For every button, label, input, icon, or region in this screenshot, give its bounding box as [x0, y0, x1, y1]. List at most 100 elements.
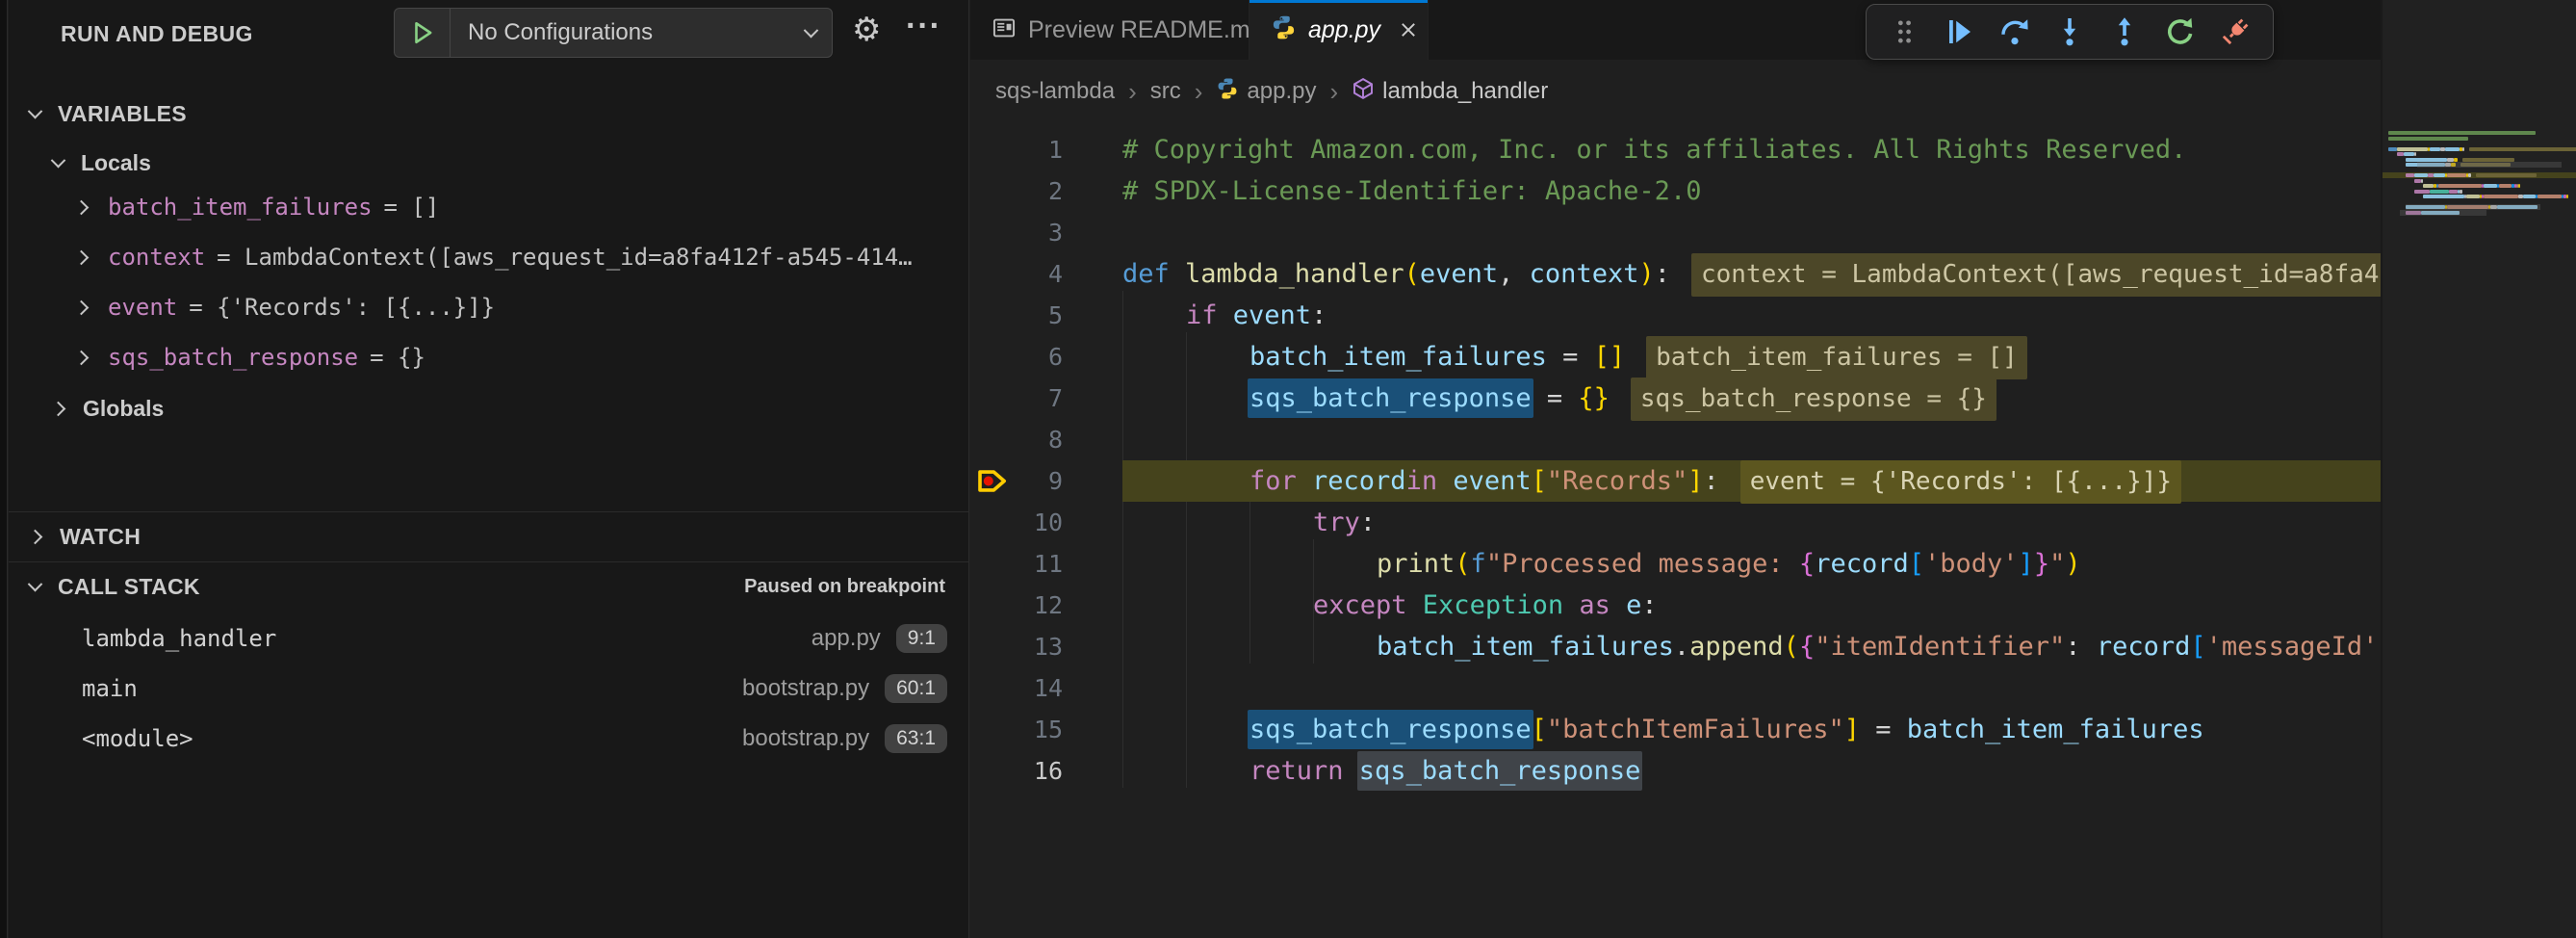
line-number[interactable]: 4: [970, 253, 1063, 295]
variable-row-context[interactable]: context= LambdaContext([aws_request_id=a…: [9, 233, 968, 281]
code-line-15[interactable]: 15 sqs_batch_response["batchItemFailures"…: [970, 709, 2381, 750]
watch-section-header[interactable]: WATCH: [9, 514, 968, 559]
minimap-token: [2518, 195, 2523, 198]
variable-row-batch_item_failures[interactable]: batch_item_failures= []: [9, 183, 968, 231]
breadcrumb-item[interactable]: src: [1150, 78, 1181, 105]
minimap-token: [2414, 152, 2416, 156]
line-number[interactable]: 8: [970, 419, 1063, 460]
token: [: [1532, 466, 1547, 496]
code-line-14[interactable]: 14: [970, 667, 2381, 709]
token: {: [1799, 632, 1815, 662]
debug-toolbar: [1866, 4, 2274, 60]
code-line-2[interactable]: 2 # SPDX-License-Identifier: Apache-2.0: [970, 170, 2381, 212]
minimap-token: [2430, 190, 2449, 194]
line-number[interactable]: 6: [970, 336, 1063, 378]
code-text: sqs_batch_response["batchItemFailures"] …: [1249, 709, 2204, 750]
code-text: # SPDX-License-Identifier: Apache-2.0: [1122, 170, 1701, 212]
globals-label: Globals: [83, 396, 164, 422]
variables-header-label: VARIABLES: [58, 101, 187, 127]
token: # Copyright Amazon.com, Inc. or its affi…: [1122, 135, 2186, 165]
minimap-token: [2460, 190, 2461, 194]
code-line-7[interactable]: 7 sqs_batch_response = {}sqs_batch_respon…: [970, 378, 2381, 419]
token: 'body': [1924, 549, 2019, 579]
line-number[interactable]: 15: [970, 709, 1063, 750]
tab-app-py[interactable]: app.py: [1249, 0, 1429, 60]
globals-scope-row[interactable]: Globals: [9, 385, 968, 431]
minimap-highlight-mark: [2400, 210, 2486, 216]
code-line-1[interactable]: 1 # Copyright Amazon.com, Inc. or its aff…: [970, 129, 2381, 170]
code-line-5[interactable]: 5if event:: [970, 295, 2381, 336]
start-debug-icon[interactable]: [395, 9, 451, 57]
frame-name: <module>: [82, 725, 742, 752]
breadcrumb-separator: ›: [1329, 77, 1338, 107]
line-number[interactable]: 1: [970, 129, 1063, 170]
token: (: [1455, 549, 1470, 579]
breadcrumb-item[interactable]: sqs-lambda: [995, 78, 1115, 105]
step-into-icon[interactable]: [2049, 12, 2090, 52]
token: (: [1784, 632, 1799, 662]
locals-scope-row[interactable]: Locals: [9, 141, 968, 185]
code-text: sqs_batch_response = {}sqs_batch_respons…: [1249, 378, 1996, 419]
minimap[interactable]: [2381, 0, 2576, 938]
code-line-6[interactable]: 6batch_item_failures = []batch_item_fail…: [970, 336, 2381, 378]
line-number[interactable]: 11: [970, 543, 1063, 585]
code-line-8[interactable]: 8: [970, 419, 2381, 460]
minimap-token: [2454, 158, 2459, 162]
code-editor[interactable]: 1 # Copyright Amazon.com, Inc. or its aff…: [970, 125, 2381, 938]
line-number[interactable]: 14: [970, 667, 1063, 709]
code-line-16[interactable]: 16return sqs_batch_response: [970, 750, 2381, 792]
restart-icon[interactable]: [2160, 12, 2201, 52]
line-number[interactable]: 9: [970, 460, 1063, 502]
token: e: [1626, 590, 1641, 620]
token: batch_item_failures: [1907, 715, 2204, 744]
token: Exception: [1423, 590, 1563, 620]
token: as: [1563, 590, 1626, 620]
token: ]: [1687, 466, 1703, 496]
minimap-token: [2397, 152, 2404, 156]
variable-name: batch_item_failures: [108, 194, 373, 221]
line-number[interactable]: 10: [970, 502, 1063, 543]
line-number[interactable]: 5: [970, 295, 1063, 336]
more-actions-icon[interactable]: ···: [906, 8, 941, 45]
line-number[interactable]: 12: [970, 585, 1063, 626]
editor-tab-strip: Preview README.md app.py: [970, 0, 2576, 60]
call-stack-frame[interactable]: <module>bootstrap.py63:1: [9, 715, 968, 763]
line-number[interactable]: 13: [970, 626, 1063, 667]
step-over-icon[interactable]: [1995, 12, 2035, 52]
debug-configuration-label[interactable]: No Configurations: [451, 19, 806, 46]
line-number[interactable]: 16: [970, 750, 1063, 792]
token: event: [1453, 466, 1531, 496]
token: context: [1530, 259, 1639, 289]
breadcrumb-item[interactable]: app.py: [1216, 77, 1316, 107]
variable-row-event[interactable]: event= {'Records': [{...}]}: [9, 283, 968, 331]
call-stack-frame[interactable]: mainbootstrap.py60:1: [9, 664, 968, 713]
minimap-token: [2397, 147, 2428, 151]
code-line-9[interactable]: 9for recordin event["Records"]:event = {…: [970, 460, 2381, 502]
drag-handle-icon[interactable]: [1884, 12, 1924, 52]
token: ): [1638, 259, 1654, 289]
line-number[interactable]: 3: [970, 212, 1063, 253]
disconnect-icon[interactable]: [2215, 12, 2255, 52]
continue-icon[interactable]: [1939, 12, 1979, 52]
line-number[interactable]: 7: [970, 378, 1063, 419]
variables-section-header[interactable]: VARIABLES: [9, 91, 968, 136]
code-line-11[interactable]: 11print(f"Processed message: {record['bo…: [970, 543, 2381, 585]
gear-icon[interactable]: ⚙: [852, 13, 881, 46]
code-line-13[interactable]: 13batch_item_failures.append({"itemIdent…: [970, 626, 2381, 667]
tab-preview-readme[interactable]: Preview README.md: [970, 0, 1249, 60]
step-out-icon[interactable]: [2104, 12, 2145, 52]
close-icon[interactable]: [1398, 19, 1419, 40]
variable-row-sqs_batch_response[interactable]: sqs_batch_response= {}: [9, 333, 968, 381]
code-line-10[interactable]: 10try:: [970, 502, 2381, 543]
debug-configuration-dropdown[interactable]: No Configurations: [394, 8, 833, 58]
word-highlight: sqs_batch_response: [1248, 378, 1533, 418]
line-number[interactable]: 2: [970, 170, 1063, 212]
code-line-12[interactable]: 12except Exception as e:: [970, 585, 2381, 626]
breadcrumb-item[interactable]: lambda_handler: [1352, 77, 1548, 107]
call-stack-frame[interactable]: lambda_handlerapp.py9:1: [9, 614, 968, 663]
call-stack-section-header[interactable]: CALL STACK Paused on breakpoint: [9, 564, 968, 609]
code-line-4[interactable]: 4def lambda_handler(event, context):cont…: [970, 253, 2381, 295]
breadcrumb-label: sqs-lambda: [995, 78, 1115, 105]
code-line-3[interactable]: 3: [970, 212, 2381, 253]
section-divider: [9, 561, 968, 562]
